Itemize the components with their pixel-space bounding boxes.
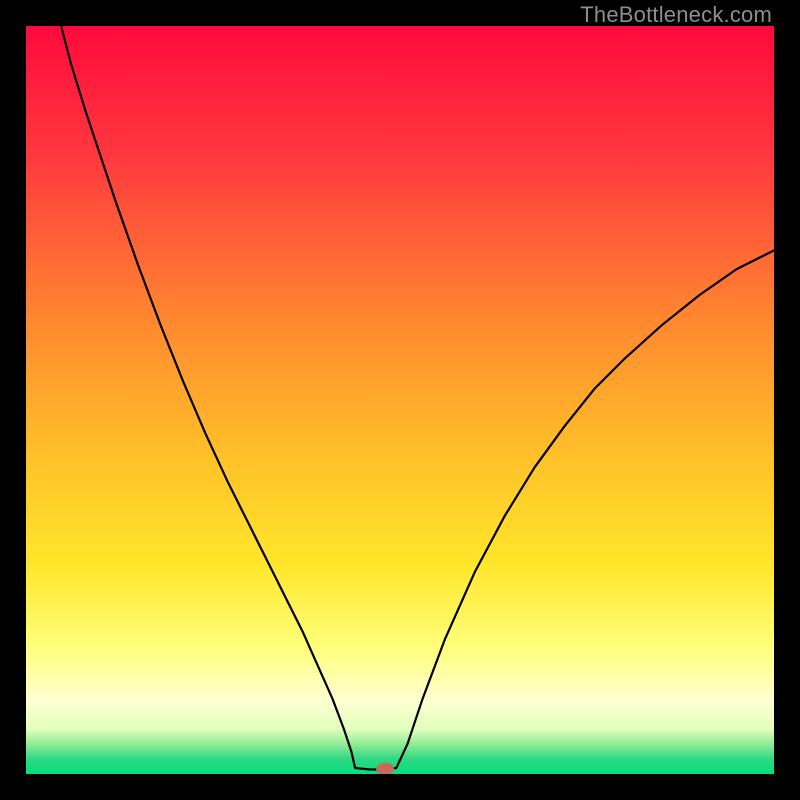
watermark-text: TheBottleneck.com (580, 2, 772, 28)
bottleneck-chart (26, 26, 774, 774)
chart-frame: TheBottleneck.com (0, 0, 800, 800)
chart-background (26, 26, 774, 774)
